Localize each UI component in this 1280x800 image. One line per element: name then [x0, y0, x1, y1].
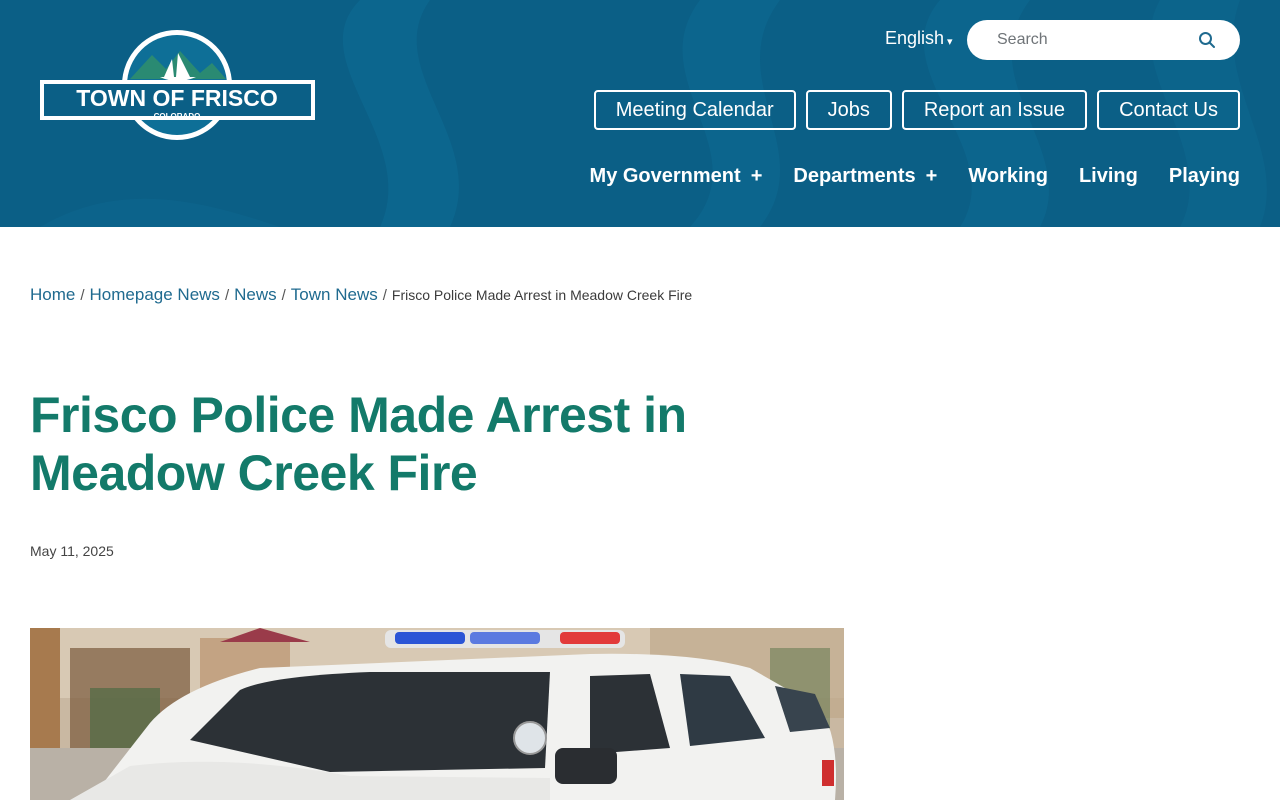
search-icon[interactable] [1198, 31, 1216, 49]
breadcrumb: Home / Homepage News / News / Town News … [30, 285, 692, 305]
nav-departments[interactable]: Departments + [793, 165, 937, 188]
breadcrumb-town-news[interactable]: Town News [291, 285, 378, 305]
report-issue-button[interactable]: Report an Issue [901, 90, 1088, 130]
nav-label: Departments [793, 165, 916, 187]
expand-plus-icon[interactable]: + [926, 165, 938, 188]
breadcrumb-separator: / [382, 287, 387, 304]
nav-my-government[interactable]: My Government + [590, 165, 763, 188]
nav-label: My Government [589, 165, 741, 187]
quick-links: Meeting Calendar Jobs Report an Issue Co… [593, 90, 1240, 130]
breadcrumb-separator: / [80, 287, 85, 304]
site-header: TOWN OF FRISCO COLORADO English ▾ Meetin… [0, 0, 1280, 227]
page-title: Frisco Police Made Arrest in Meadow Cree… [30, 387, 687, 501]
chevron-down-icon: ▾ [947, 36, 953, 48]
nav-living[interactable]: Living [1079, 165, 1138, 188]
meeting-calendar-button[interactable]: Meeting Calendar [593, 90, 796, 130]
language-label: English [885, 28, 945, 48]
town-logo[interactable]: TOWN OF FRISCO COLORADO [40, 29, 315, 141]
breadcrumb-separator: / [224, 287, 230, 304]
expand-plus-icon[interactable]: + [751, 165, 763, 188]
police-car-photo [30, 628, 844, 800]
main-nav: My Government + Departments + Working Li… [590, 165, 1240, 188]
nav-working[interactable]: Working [968, 165, 1048, 188]
logo-subtitle: COLORADO [154, 112, 201, 121]
breadcrumb-current: Frisco Police Made Arrest in Meadow Cree… [391, 287, 693, 303]
search-box [967, 20, 1240, 60]
contact-us-button[interactable]: Contact Us [1097, 90, 1240, 130]
jobs-button[interactable]: Jobs [805, 90, 892, 130]
breadcrumb-home[interactable]: Home [30, 285, 75, 305]
logo-title: TOWN OF FRISCO [76, 85, 277, 111]
breadcrumb-separator: / [281, 287, 286, 304]
search-input[interactable] [995, 30, 1195, 50]
post-date: May 11, 2025 [30, 543, 114, 559]
nav-playing[interactable]: Playing [1169, 165, 1240, 188]
language-selector[interactable]: English ▾ [885, 28, 953, 49]
breadcrumb-homepage-news[interactable]: Homepage News [90, 285, 220, 305]
breadcrumb-news[interactable]: News [234, 285, 277, 305]
